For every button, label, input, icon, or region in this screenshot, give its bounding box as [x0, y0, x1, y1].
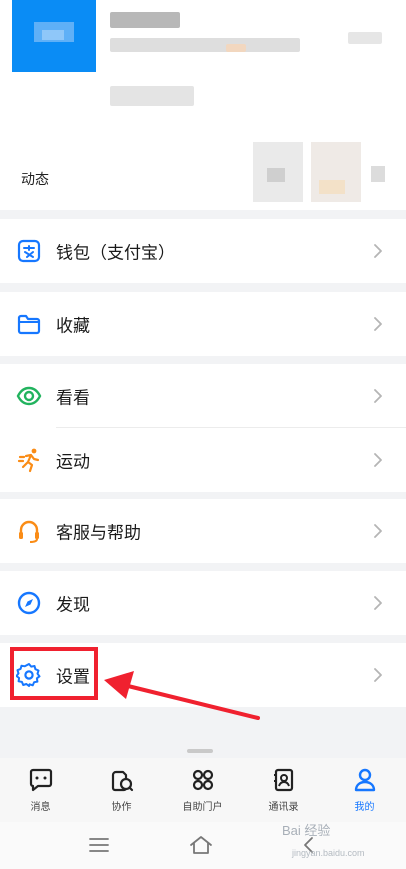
tab-label: 消息 [30, 802, 51, 813]
card-favorites: 收藏 [0, 292, 406, 356]
collaboration-icon [108, 766, 136, 794]
home-icon[interactable] [188, 834, 214, 856]
chevron-right-icon [372, 595, 384, 611]
tab-contacts[interactable]: 通讯录 [243, 758, 324, 822]
menu-label-help: 客服与帮助 [56, 523, 141, 544]
running-icon [16, 447, 42, 473]
eye-icon [16, 383, 42, 409]
tab-messages[interactable]: 消息 [0, 758, 81, 822]
person-icon [351, 766, 379, 794]
profile-header[interactable]: 动态 [0, 0, 406, 210]
menu-label-wallet: 钱包（支付宝） [56, 243, 175, 264]
tab-me[interactable]: 我的 [324, 758, 405, 822]
chevron-right-icon [372, 243, 384, 259]
avatar[interactable] [12, 0, 96, 72]
chevron-right-icon [372, 316, 384, 332]
card-settings: 设置 [0, 643, 406, 707]
card-wallet: 钱包（支付宝） [0, 219, 406, 283]
folder-icon [16, 311, 42, 337]
profile-extra-blurred [226, 44, 246, 52]
contacts-icon [270, 766, 298, 794]
headset-icon [16, 518, 42, 544]
profile-name-blurred [110, 12, 180, 28]
profile-status-blurred [110, 86, 194, 106]
menu-label-sport: 运动 [56, 452, 90, 473]
chevron-right-icon [372, 667, 384, 683]
chevron-right-icon [372, 452, 384, 468]
tab-label: 通讯录 [268, 802, 299, 813]
chevron-right-icon [372, 388, 384, 404]
profile-corner-blurred [348, 32, 382, 44]
wallet-icon [16, 238, 42, 264]
dynamic-thumbnails[interactable] [253, 142, 393, 202]
menu-item-favorites[interactable]: 收藏 [0, 292, 406, 356]
profile-info-blurred [110, 38, 300, 52]
tab-portal[interactable]: 自助门户 [162, 758, 243, 822]
menu-label-settings: 设置 [56, 667, 90, 688]
system-navigation-bar [0, 822, 406, 869]
watermark-url: jingyan.baidu.com [292, 848, 365, 858]
drag-handle[interactable] [187, 749, 213, 753]
dynamic-label[interactable]: 动态 [21, 169, 49, 189]
menu-item-discover[interactable]: 发现 [0, 571, 406, 635]
menu-label-discover: 发现 [56, 595, 90, 616]
message-icon [27, 766, 55, 794]
chevron-right-icon [372, 523, 384, 539]
card-look-sport: 看看 运动 [0, 364, 406, 492]
card-discover: 发现 [0, 571, 406, 635]
baidu-watermark: Bai 经验 [282, 823, 331, 838]
tab-collaboration[interactable]: 协作 [81, 758, 162, 822]
menu-item-wallet[interactable]: 钱包（支付宝） [0, 219, 406, 283]
gear-icon [16, 662, 42, 688]
menu-icon[interactable] [86, 834, 112, 856]
tab-label: 协作 [111, 802, 132, 813]
menu-item-look[interactable]: 看看 [0, 364, 406, 428]
menu-label-look: 看看 [56, 388, 90, 409]
tab-label: 我的 [354, 802, 375, 813]
menu-item-settings[interactable]: 设置 [0, 643, 406, 707]
card-help: 客服与帮助 [0, 499, 406, 563]
menu-item-help[interactable]: 客服与帮助 [0, 499, 406, 563]
tab-label: 自助门户 [182, 802, 223, 813]
portal-grid-icon [189, 766, 217, 794]
menu-item-sport[interactable]: 运动 [0, 428, 406, 492]
menu-label-favorites: 收藏 [56, 316, 90, 337]
bottom-tab-bar: 消息 协作 自助门户 通讯录 我的 [0, 758, 406, 822]
compass-icon [16, 590, 42, 616]
